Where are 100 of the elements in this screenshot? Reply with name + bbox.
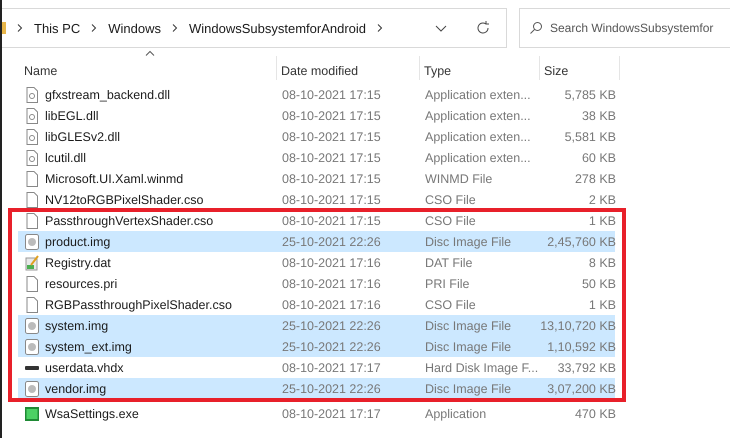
file-type: Application exten... <box>424 130 532 144</box>
file-row[interactable]: resources.pri 08-10-2021 17:16 PRI File 50 KB <box>18 273 615 294</box>
file-name: userdata.vhdx <box>45 360 124 374</box>
date-modified: 08-10-2021 17:15 <box>281 108 382 122</box>
file-size: 50 KB <box>580 276 616 290</box>
disc-file-icon <box>25 380 39 396</box>
file-row[interactable]: lcutil.dll 08-10-2021 17:15 Application exten... 60 KB <box>18 147 615 168</box>
file-type: Disc Image File <box>424 318 512 332</box>
file-type: Application exten... <box>424 150 532 164</box>
disc-file-icon <box>25 234 39 250</box>
file-row[interactable]: PassthroughVertexShader.cso 08-10-2021 17:15 CSO File 1 KB <box>18 210 615 231</box>
file-type: Application exten... <box>424 88 532 102</box>
date-modified: 25-10-2021 22:26 <box>281 234 382 248</box>
search-icon <box>529 21 543 35</box>
file-row[interactable]: product.img 25-10-2021 22:26 Disc Image File 2,45,760 KB <box>18 231 615 252</box>
file-icon <box>25 276 39 292</box>
column-header[interactable]: Size <box>540 56 620 80</box>
file-row[interactable]: libEGL.dll 08-10-2021 17:15 Application exten... 38 KB <box>18 105 615 126</box>
file-row[interactable]: libGLESv2.dll 08-10-2021 17:15 Application exten... 5,581 KB <box>18 126 615 147</box>
registry-file-icon <box>25 254 39 270</box>
file-name: system_ext.img <box>45 340 132 354</box>
file-size: 38 KB <box>580 108 616 122</box>
file-icon <box>25 192 39 208</box>
file-row[interactable]: Microsoft.UI.Xaml.winmd 08-10-2021 17:15 WINMD File 278 KB <box>18 168 615 189</box>
file-name: resources.pri <box>45 276 118 290</box>
file-size: 2,45,760 KB <box>546 234 616 248</box>
file-row[interactable]: RGBPassthroughPixelShader.cso 08-10-2021 17:16 CSO File 1 KB <box>18 294 615 315</box>
file-name: RGBPassthroughPixelShader.cso <box>45 298 232 312</box>
drive-icon <box>25 366 39 370</box>
date-modified: 08-10-2021 17:17 <box>281 360 382 374</box>
file-size: 1 KB <box>588 298 616 312</box>
file-row[interactable]: Registry.dat 08-10-2021 17:16 DAT File 8 KB <box>18 252 615 273</box>
date-modified: 25-10-2021 22:26 <box>281 340 382 354</box>
address-bar[interactable]: This PC Windows WindowsSubsystemforAndroid <box>2 8 507 48</box>
file-row[interactable]: system_ext.img 25-10-2021 22:26 Disc Image File 1,10,592 KB <box>18 336 615 357</box>
file-type: CSO File <box>424 298 477 312</box>
disc-file-icon <box>25 338 39 354</box>
file-row[interactable]: NV12toRGBPixelShader.cso 08-10-2021 17:15 CSO File 2 KB <box>18 189 615 210</box>
file-type: WINMD File <box>424 172 494 186</box>
file-name: libEGL.dll <box>45 108 98 122</box>
file-size: 470 KB <box>574 406 616 420</box>
file-size: 1 KB <box>588 214 616 228</box>
date-modified: 08-10-2021 17:15 <box>281 88 382 102</box>
breadcrumb[interactable]: This PC <box>34 20 80 36</box>
file-row[interactable]: vendor.img 25-10-2021 22:26 Disc Image File 3,07,200 KB <box>18 378 615 399</box>
date-modified: 08-10-2021 17:15 <box>281 192 382 206</box>
breadcrumb[interactable]: WindowsSubsystemforAndroid <box>188 20 366 36</box>
date-modified: 08-10-2021 17:17 <box>281 406 382 420</box>
file-row[interactable]: userdata.vhdx 08-10-2021 17:17 Hard Disk Image F... 33,792 KB <box>18 357 615 378</box>
file-name: libGLESv2.dll <box>45 130 120 144</box>
file-name: PassthroughVertexShader.cso <box>45 214 214 228</box>
file-name: product.img <box>45 234 110 248</box>
file-size: 2 KB <box>588 192 616 206</box>
file-name: NV12toRGBPixelShader.cso <box>45 192 204 206</box>
file-size: 1,10,592 KB <box>546 340 616 354</box>
gear-file-icon <box>25 128 39 144</box>
file-size: 8 KB <box>588 256 616 270</box>
file-size: 5,581 KB <box>564 130 616 144</box>
chevron-right-icon <box>376 24 384 32</box>
column-header[interactable]: Date modified <box>277 56 420 80</box>
date-modified: 08-10-2021 17:16 <box>281 276 382 290</box>
file-size: 5,785 KB <box>564 88 616 102</box>
file-name: Microsoft.UI.Xaml.winmd <box>45 172 184 186</box>
file-type: CSO File <box>424 214 477 228</box>
date-modified: 08-10-2021 17:15 <box>281 150 382 164</box>
file-name: gfxstream_backend.dll <box>45 88 170 102</box>
file-name: Registry.dat <box>45 256 111 270</box>
window-app-icon <box>25 406 39 422</box>
file-name: vendor.img <box>45 382 106 396</box>
file-type: DAT File <box>424 256 474 270</box>
file-type: Hard Disk Image F... <box>424 360 539 374</box>
breadcrumb[interactable]: Windows <box>108 20 161 36</box>
file-size: 278 KB <box>574 172 616 186</box>
file-row[interactable]: system.img 25-10-2021 22:26 Disc Image File 13,10,720 KB <box>18 315 615 336</box>
file-icon <box>25 212 39 228</box>
column-header[interactable]: Type <box>420 56 540 80</box>
column-header[interactable]: Name <box>20 56 277 80</box>
file-type: Application exten... <box>424 108 532 122</box>
date-modified: 08-10-2021 17:16 <box>281 298 382 312</box>
gear-file-icon <box>25 108 39 124</box>
file-row[interactable]: gfxstream_backend.dll 08-10-2021 17:15 Application exten... 5,785 KB <box>18 84 615 105</box>
file-name: system.img <box>45 318 108 332</box>
file-type: CSO File <box>424 192 477 206</box>
file-size: 60 KB <box>580 150 616 164</box>
disc-file-icon <box>25 318 39 334</box>
file-icon <box>25 170 39 186</box>
file-type: PRI File <box>424 276 470 290</box>
chevron-right-icon <box>16 24 24 32</box>
file-name: lcutil.dll <box>45 150 86 164</box>
search-field[interactable]: Search WindowsSubsystemfor <box>519 8 730 48</box>
date-modified: 25-10-2021 22:26 <box>281 382 382 396</box>
file-size: 33,792 KB <box>556 360 616 374</box>
chevron-right-icon <box>170 24 179 32</box>
file-row[interactable]: WsaSettings.exe 08-10-2021 17:17 Application 470 KB <box>18 403 615 424</box>
date-modified: 08-10-2021 17:15 <box>281 172 382 186</box>
file-type: Disc Image File <box>424 382 512 396</box>
date-modified: 08-10-2021 17:16 <box>281 256 382 270</box>
file-icon <box>25 296 39 312</box>
file-type: Disc Image File <box>424 340 512 354</box>
date-modified: 25-10-2021 22:26 <box>281 318 382 332</box>
